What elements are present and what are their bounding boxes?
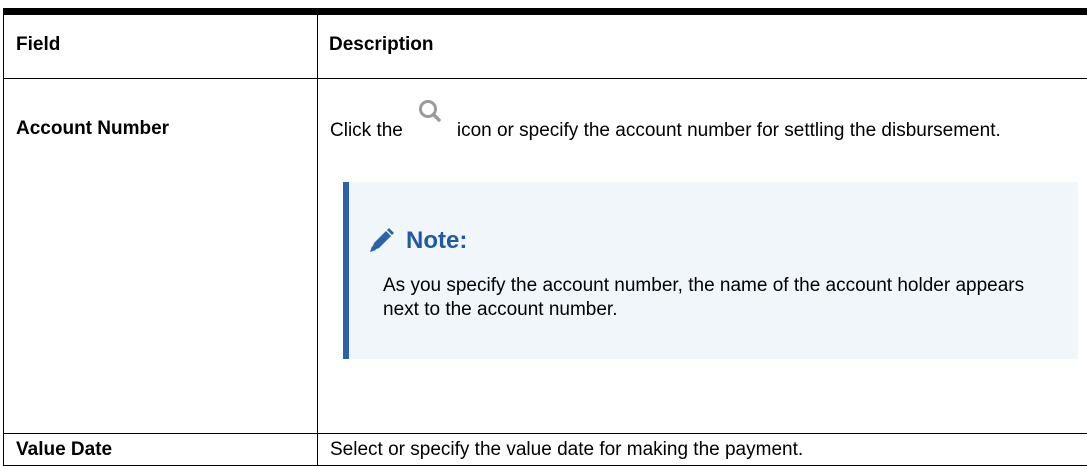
field-name-value-date: Value Date	[4, 434, 318, 466]
table-header-row: Field Description	[4, 12, 1087, 79]
description-cell: Select or specify the value date for mak…	[318, 434, 1087, 466]
field-description-table: Field Description Account Number Click t…	[3, 8, 1087, 466]
note-title: Note:	[406, 230, 467, 252]
search-icon	[410, 97, 450, 133]
note-header: Note:	[365, 225, 1058, 257]
table-row: Account Number Click the icon or specify …	[4, 79, 1087, 434]
note-text: As you specify the account number, the n…	[383, 274, 1058, 322]
pencil-icon	[365, 225, 397, 257]
description-cell: Click the icon or specify the account num…	[318, 79, 1087, 434]
field-column-header: Field	[4, 12, 318, 79]
description-text-after-icon: icon or specify the account number for s…	[457, 120, 1001, 141]
description-text-before-icon: Click the	[330, 120, 403, 141]
field-name-account-number: Account Number	[4, 79, 318, 434]
note-callout: Note: As you specify the account number,…	[343, 182, 1078, 359]
description-text: Click the icon or specify the account num…	[330, 105, 1069, 142]
description-column-header: Description	[318, 12, 1087, 79]
table-row: Value Date Select or specify the value d…	[4, 434, 1087, 466]
